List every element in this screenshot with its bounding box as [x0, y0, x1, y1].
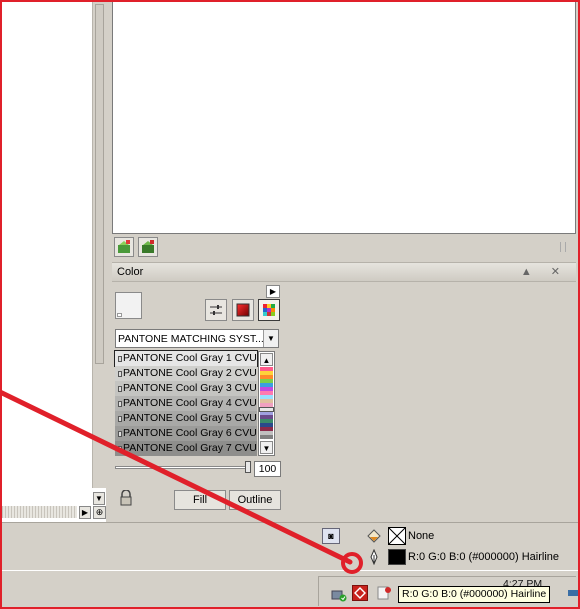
scroll-down-arrow-icon[interactable]: ▼ [260, 441, 273, 454]
fill-bucket-icon [366, 528, 382, 544]
swatch-list-scroll-thumb[interactable] [259, 407, 274, 412]
preview-reference-icon [117, 313, 122, 317]
tray-show-desktop-icon[interactable] [568, 590, 578, 596]
swatch-chip-icon [118, 386, 122, 392]
swatch-label: PANTONE Cool Gray 4 CVU [123, 397, 257, 409]
outline-status-text: R:0 G:0 B:0 (#000000) Hairline [408, 551, 560, 563]
swatch-chip-icon [118, 356, 122, 362]
scroll-down-arrow-icon[interactable]: ▼ [93, 492, 105, 505]
panel-grip-icon [560, 242, 566, 252]
swatch-chip-icon [118, 401, 122, 407]
swatch-chip-icon [118, 446, 122, 452]
safely-remove-hardware-icon[interactable] [331, 586, 347, 602]
swatch-chip-icon [118, 416, 122, 422]
outline-button[interactable]: Outline [229, 490, 281, 510]
tint-slider[interactable] [115, 461, 253, 473]
color-docker-header[interactable]: Color ▲ ✕ [112, 262, 576, 282]
drawing-page-area[interactable] [2, 2, 92, 480]
swatch-label: PANTONE Cool Gray 5 CVU [123, 412, 257, 424]
fill-none-swatch[interactable] [388, 527, 406, 545]
color-viewer-icon [236, 303, 250, 317]
tint-slider-track [115, 466, 247, 469]
fill-button[interactable]: Fill [174, 490, 226, 510]
document-tray-icon[interactable] [376, 585, 392, 601]
swatch-list-item[interactable]: PANTONE Cool Gray 2 CVU [115, 366, 257, 381]
color-palettes-button[interactable] [258, 299, 280, 321]
docker-options-arrow-icon[interactable]: ▶ [266, 285, 280, 298]
swatch-list-item[interactable]: PANTONE Cool Gray 5 CVU [115, 411, 257, 426]
lock-icon[interactable] [116, 488, 136, 508]
document-color-settings-icon[interactable]: ◙ [322, 528, 340, 544]
palette-select[interactable]: PANTONE MATCHING SYST... ▼ [115, 329, 279, 348]
new-layer-icon[interactable] [114, 237, 134, 257]
tint-value-input[interactable]: 100 [254, 461, 281, 477]
fill-status-text: None [408, 530, 435, 542]
navigator-zoom-icon[interactable]: ⊕ [93, 506, 106, 519]
swatch-chip-icon [118, 371, 122, 377]
swatch-list-item[interactable]: PANTONE Cool Gray 4 CVU [115, 396, 257, 411]
outline-color-swatch[interactable] [388, 549, 406, 565]
color-viewer-button[interactable] [232, 299, 254, 321]
color-sliders-button[interactable] [205, 299, 227, 321]
panel-toolbar [112, 234, 576, 260]
sliders-icon [210, 305, 222, 315]
swatch-list-scrollbar[interactable]: ▲ ▼ [258, 351, 275, 456]
swatch-label: PANTONE Cool Gray 6 CVU [123, 427, 257, 439]
swatch-label: PANTONE Cool Gray 2 CVU [123, 367, 257, 379]
swatch-label: PANTONE Cool Gray 3 CVU [123, 382, 257, 394]
chevron-down-icon[interactable]: ▼ [263, 330, 278, 347]
palette-overview-strip [260, 367, 273, 440]
vertical-scrollbar[interactable] [92, 2, 106, 488]
scroll-up-arrow-icon[interactable]: ▲ [260, 353, 273, 366]
palette-select-value: PANTONE MATCHING SYST... [118, 333, 264, 345]
scrollbar-thumb[interactable] [95, 4, 104, 364]
swatch-list-item[interactable]: PANTONE Cool Gray 7 CVU [115, 441, 257, 456]
swatch-chip-icon [118, 431, 122, 437]
outline-pen-icon [369, 548, 379, 566]
palette-grid-icon [263, 304, 275, 316]
horizontal-scrollbar-track[interactable] [2, 506, 77, 518]
new-master-layer-icon[interactable] [138, 237, 158, 257]
color-tooltip: R:0 G:0 B:0 (#000000) Hairline [398, 586, 551, 603]
object-manager-panel[interactable] [112, 2, 576, 234]
current-color-preview [115, 292, 142, 319]
swatch-list[interactable]: PANTONE Cool Gray 1 CVU PANTONE Cool Gray… [114, 350, 258, 456]
swatch-label: PANTONE Cool Gray 7 CVU [123, 442, 257, 454]
color-docker-title: Color [117, 266, 144, 278]
tint-slider-handle[interactable] [245, 461, 251, 473]
scroll-right-arrow-icon[interactable]: ▶ [79, 506, 91, 519]
swatch-list-item[interactable]: PANTONE Cool Gray 1 CVU [114, 350, 258, 367]
swatch-list-item[interactable]: PANTONE Cool Gray 3 CVU [115, 381, 257, 396]
swatch-label: PANTONE Cool Gray 1 CVU [123, 352, 257, 364]
corel-tray-icon[interactable] [352, 585, 368, 601]
docker-collapse-close-controls[interactable]: ▲ ✕ [521, 265, 568, 278]
swatch-list-item[interactable]: PANTONE Cool Gray 6 CVU [115, 426, 257, 441]
